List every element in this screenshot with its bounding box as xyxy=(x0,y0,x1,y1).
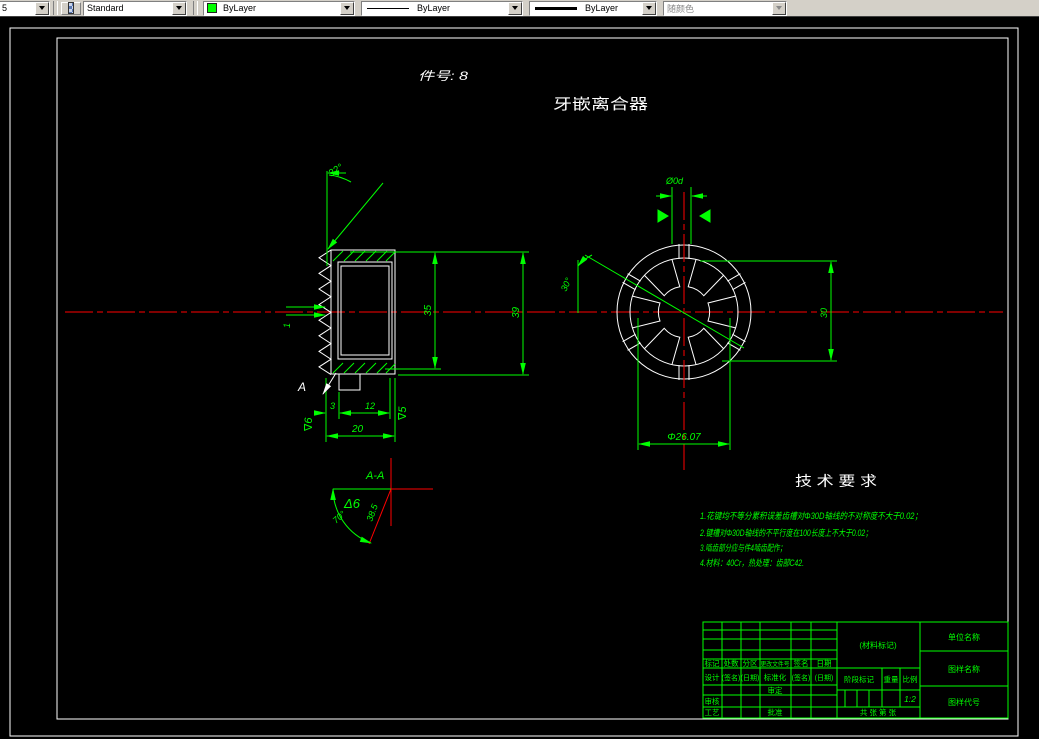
dim-keyway xyxy=(656,187,711,244)
section-a-label: A xyxy=(297,380,306,394)
tb-scale-value: 1:2 xyxy=(904,694,916,704)
part-number-label: 件号: 8 xyxy=(418,69,468,83)
tb-check: 审核 xyxy=(705,696,720,706)
dim-39-label: 39 xyxy=(511,306,522,318)
dropdown-arrow-icon xyxy=(772,1,786,15)
dim-keyway-label: Ø0d xyxy=(665,176,684,186)
dim-30-label: 30 xyxy=(819,308,829,318)
dropdown-arrow-icon[interactable] xyxy=(35,1,49,15)
tb-process: 工艺 xyxy=(705,708,720,717)
finish-v6-symbol: ∇6 xyxy=(303,417,315,432)
dim-1-label: 1 xyxy=(282,323,292,328)
title-block: 标记 处数 分区 更改文件号 签名 日期 设计 (签名) (日期) 标准化 (签… xyxy=(702,621,1009,719)
finish-d6-label: Δ6 xyxy=(343,496,361,511)
layer-combo-value: 5 xyxy=(2,3,8,13)
section-aa-label: A-A xyxy=(365,470,384,482)
tb-stage-mark: 阶段标记 xyxy=(844,674,874,684)
linetype-sample-icon xyxy=(367,7,409,9)
color-combo[interactable]: ByLayer xyxy=(203,0,355,16)
tb-header-sign: 签名 xyxy=(794,658,809,668)
checker-icon xyxy=(68,2,74,14)
sheet-border xyxy=(9,27,1019,737)
front-view: 32° 1 35 39 3 12 20 ∇5 ∇6 A xyxy=(282,162,529,442)
cad-canvas[interactable]: 件号: 8 牙嵌离合器 32° 1 35 39 3 12 20 ∇5 ∇6 A … xyxy=(0,0,1039,739)
toolbar-separator xyxy=(53,1,58,15)
plotstyle-combo-value: 随颜色 xyxy=(667,3,695,14)
tb-date2: (日期) xyxy=(815,674,834,682)
autocad-window: 5 Standard ByLayer ByLayer ByLayer 随颜色 件… xyxy=(0,0,1039,739)
dim-70deg-label: 70° xyxy=(331,509,348,526)
drawing-title: 牙嵌离合器 xyxy=(553,96,648,113)
tech-req-line1: 1.花键均不等分累积误差齿槽对Φ30D轴线的不对称度不大于0.02； xyxy=(700,511,922,521)
tb-standardize: 标准化 xyxy=(764,672,787,682)
toolbar-separator xyxy=(193,1,198,15)
dim-30deg-label: 30° xyxy=(559,276,574,293)
dropdown-arrow-icon[interactable] xyxy=(172,1,186,15)
dim-35-label: 35 xyxy=(423,304,434,316)
dim-3-label: 3 xyxy=(330,401,335,411)
tb-drawing-name: 图样名称 xyxy=(948,664,980,674)
tb-material-mark: (材料标记) xyxy=(859,640,897,650)
tb-design: 设计 xyxy=(705,672,720,682)
tb-sign1: (签名) xyxy=(722,673,741,682)
dropdown-arrow-icon[interactable] xyxy=(642,1,656,15)
end-view: Ø0d 30° 30 Φ26.07 xyxy=(559,176,837,470)
dim-35-39 xyxy=(350,251,529,376)
layer-combo[interactable]: 5 xyxy=(0,0,50,16)
dim-20-label: 20 xyxy=(351,424,364,435)
dim-12-label: 12 xyxy=(365,401,375,411)
plotstyle-combo: 随颜色 xyxy=(663,0,787,16)
tech-requirements: 技 术 要 求 1.花键均不等分累积误差齿槽对Φ30D轴线的不对称度不大于0.0… xyxy=(699,473,922,568)
tb-approve-mid: 审定 xyxy=(768,685,783,695)
tb-weight: 重量 xyxy=(884,675,899,684)
lineweight-combo-value: ByLayer xyxy=(585,3,619,13)
lineweight-sample-icon xyxy=(535,6,577,10)
text-style-icon[interactable] xyxy=(61,1,81,15)
tech-req-line4: 4.材料：40Cr，热处理：齿部C42. xyxy=(700,558,804,568)
properties-toolbar: 5 Standard ByLayer ByLayer ByLayer 随颜色 xyxy=(0,0,1039,17)
finish-v5-symbol: ∇5 xyxy=(397,406,409,421)
tb-drawing-no: 图样代号 xyxy=(948,697,980,707)
tb-header-date: 日期 xyxy=(817,659,832,668)
tb-header-count: 处数 xyxy=(724,658,739,668)
tech-req-line3: 3.啮齿部分应与件4啮齿配作； xyxy=(700,543,786,553)
style-combo-value: Standard xyxy=(87,3,124,13)
tb-header-mark: 标记 xyxy=(705,658,720,668)
color-swatch-icon xyxy=(207,3,217,13)
tb-approve: 批准 xyxy=(768,707,783,717)
section-view-aa: A-A 70° Δ6 38.5 xyxy=(330,458,433,545)
dropdown-arrow-icon[interactable] xyxy=(508,1,522,15)
tb-date1: (日期) xyxy=(741,674,760,682)
section-arrow xyxy=(322,372,337,395)
tb-header-zone: 分区 xyxy=(743,659,758,668)
linetype-combo[interactable]: ByLayer xyxy=(361,0,523,16)
tech-req-title: 技 术 要 求 xyxy=(795,473,877,489)
dim-32deg-label: 32° xyxy=(327,162,346,179)
tb-scale-label: 比例 xyxy=(903,674,918,684)
dim-30deg xyxy=(577,254,745,349)
tb-sheet-note: 共 张 第 张 xyxy=(860,707,897,717)
tb-company: 单位名称 xyxy=(948,632,980,642)
tech-req-line2: 2.键槽对Φ30D轴线的不平行度在100长度上不大于0.02； xyxy=(699,528,872,538)
lineweight-combo[interactable]: ByLayer xyxy=(529,0,657,16)
color-combo-value: ByLayer xyxy=(223,3,257,13)
style-combo[interactable]: Standard xyxy=(83,0,187,16)
dim-385-label: 38.5 xyxy=(364,502,380,523)
linetype-combo-value: ByLayer xyxy=(417,3,451,13)
tb-sign2: (签名) xyxy=(792,673,811,682)
dim-diameter-label: Φ26.07 xyxy=(667,432,701,443)
dim-1 xyxy=(286,304,326,318)
dropdown-arrow-icon[interactable] xyxy=(340,1,354,15)
tb-header-fileno: 更改文件号 xyxy=(761,659,790,668)
